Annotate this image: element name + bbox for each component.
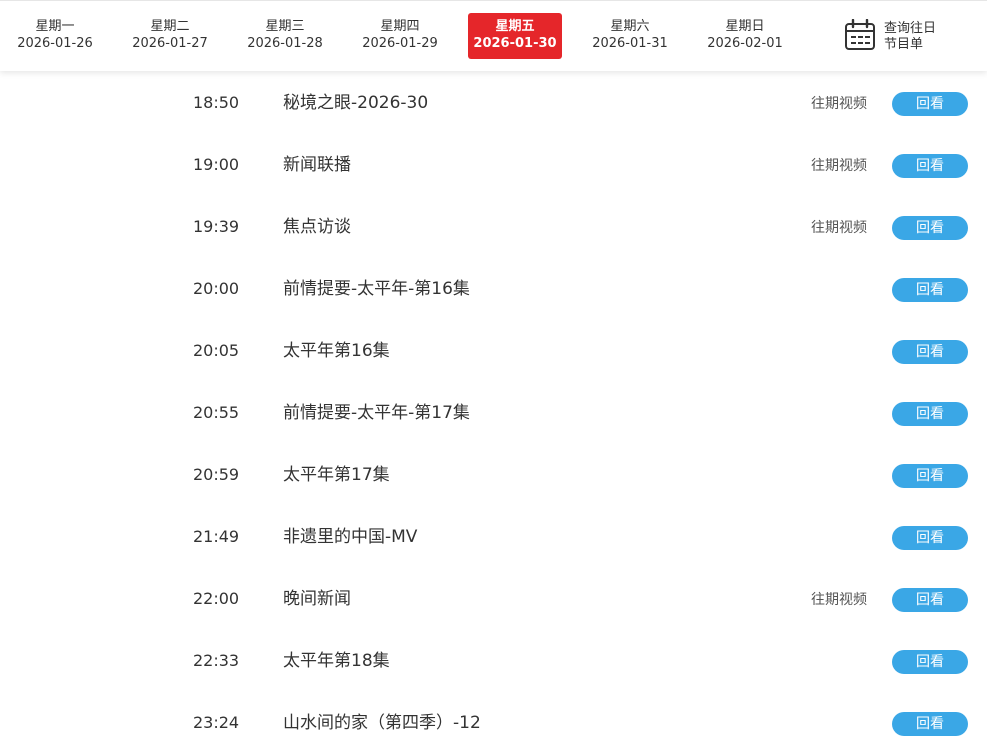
day-tab-date: 2026-01-27 bbox=[132, 36, 208, 51]
day-tab-thursday[interactable]: 星期四 2026-01-29 bbox=[353, 13, 447, 59]
program-title: 秘境之眼-2026-30 bbox=[283, 93, 429, 113]
program-title: 太平年第17集 bbox=[283, 465, 390, 485]
day-tab-weekday: 星期四 bbox=[380, 19, 420, 34]
past-videos-link[interactable]: 往期视频 bbox=[811, 218, 867, 238]
day-tab-weekday: 星期五 bbox=[495, 19, 535, 34]
replay-button[interactable]: 回看 bbox=[892, 402, 968, 426]
program-row: 20:55 前情提要-太平年-第17集 回看 bbox=[0, 382, 987, 444]
past-videos-link[interactable]: 往期视频 bbox=[811, 590, 867, 610]
day-tab-weekday: 星期六 bbox=[610, 19, 650, 34]
day-tab-tuesday[interactable]: 星期二 2026-01-27 bbox=[123, 13, 217, 59]
day-tab-weekday: 星期三 bbox=[265, 19, 305, 34]
replay-button[interactable]: 回看 bbox=[892, 216, 968, 240]
past-schedule-label: 查询往日 节目单 bbox=[884, 21, 954, 53]
program-time: 22:33 bbox=[193, 651, 240, 670]
past-schedule-label-line1: 查询往日 bbox=[884, 21, 937, 36]
day-tab-weekday: 星期二 bbox=[150, 19, 190, 34]
program-title: 山水间的家（第四季）-12 bbox=[283, 713, 481, 733]
day-tab-date: 2026-01-26 bbox=[17, 36, 93, 51]
day-tab-wednesday[interactable]: 星期三 2026-01-28 bbox=[238, 13, 332, 59]
program-title: 太平年第16集 bbox=[283, 341, 390, 361]
past-schedule-link[interactable]: 查询往日 节目单 bbox=[844, 19, 954, 55]
day-tab-date: 2026-02-01 bbox=[707, 36, 783, 51]
replay-button[interactable]: 回看 bbox=[892, 278, 968, 302]
program-row: 23:24 山水间的家（第四季）-12 回看 bbox=[0, 692, 987, 754]
day-tab-weekday: 星期日 bbox=[725, 19, 765, 34]
program-title: 前情提要-太平年-第17集 bbox=[283, 403, 470, 423]
program-title: 前情提要-太平年-第16集 bbox=[283, 279, 470, 299]
day-tab-sunday[interactable]: 星期日 2026-02-01 bbox=[698, 13, 792, 59]
program-time: 23:24 bbox=[193, 713, 240, 732]
day-tab-date: 2026-01-29 bbox=[362, 36, 438, 51]
program-time: 19:39 bbox=[193, 217, 240, 236]
program-row: 21:49 非遗里的中国-MV 回看 bbox=[0, 506, 987, 568]
program-title: 太平年第18集 bbox=[283, 651, 390, 671]
program-row: 22:00 晚间新闻 往期视频 回看 bbox=[0, 568, 987, 630]
calendar-icon bbox=[845, 19, 875, 50]
program-time: 19:00 bbox=[193, 155, 240, 174]
program-title: 非遗里的中国-MV bbox=[283, 527, 418, 547]
program-row: 20:00 前情提要-太平年-第16集 回看 bbox=[0, 258, 987, 320]
day-tab-saturday[interactable]: 星期六 2026-01-31 bbox=[583, 13, 677, 59]
replay-button[interactable]: 回看 bbox=[892, 526, 968, 550]
replay-button[interactable]: 回看 bbox=[892, 712, 968, 736]
program-row: 20:05 太平年第16集 回看 bbox=[0, 320, 987, 382]
day-tab-date: 2026-01-31 bbox=[592, 36, 668, 51]
program-title: 晚间新闻 bbox=[283, 589, 351, 609]
past-schedule-label-line2: 节目单 bbox=[884, 37, 924, 52]
program-row: 19:00 新闻联播 往期视频 回看 bbox=[0, 134, 987, 196]
program-time: 20:59 bbox=[193, 465, 240, 484]
tv-schedule-page: 星期一 2026-01-26 星期二 2026-01-27 星期三 2026-0… bbox=[0, 0, 987, 754]
day-tab-friday[interactable]: 星期五 2026-01-30 bbox=[468, 13, 562, 59]
program-row: 20:59 太平年第17集 回看 bbox=[0, 444, 987, 506]
day-tab-date: 2026-01-30 bbox=[473, 36, 557, 51]
program-title: 焦点访谈 bbox=[283, 217, 351, 237]
program-row: 19:39 焦点访谈 往期视频 回看 bbox=[0, 196, 987, 258]
program-time: 18:50 bbox=[193, 93, 240, 112]
day-tab-monday[interactable]: 星期一 2026-01-26 bbox=[8, 13, 102, 59]
program-time: 22:00 bbox=[193, 589, 240, 608]
day-tab-weekday: 星期一 bbox=[35, 19, 75, 34]
program-time: 20:55 bbox=[193, 403, 240, 422]
replay-button[interactable]: 回看 bbox=[892, 464, 968, 488]
past-videos-link[interactable]: 往期视频 bbox=[811, 156, 867, 176]
day-tab-date: 2026-01-28 bbox=[247, 36, 323, 51]
replay-button[interactable]: 回看 bbox=[892, 650, 968, 674]
program-row: 22:33 太平年第18集 回看 bbox=[0, 630, 987, 692]
replay-button[interactable]: 回看 bbox=[892, 340, 968, 364]
program-title: 新闻联播 bbox=[283, 155, 351, 175]
program-time: 21:49 bbox=[193, 527, 240, 546]
past-videos-link[interactable]: 往期视频 bbox=[811, 94, 867, 114]
replay-button[interactable]: 回看 bbox=[892, 92, 968, 116]
date-selector-bar: 星期一 2026-01-26 星期二 2026-01-27 星期三 2026-0… bbox=[0, 0, 987, 71]
program-row: 18:50 秘境之眼-2026-30 往期视频 回看 bbox=[0, 72, 987, 134]
program-list: 18:50 秘境之眼-2026-30 往期视频 回看 19:00 新闻联播 往期… bbox=[0, 72, 987, 754]
program-time: 20:05 bbox=[193, 341, 240, 360]
replay-button[interactable]: 回看 bbox=[892, 154, 968, 178]
program-time: 20:00 bbox=[193, 279, 240, 298]
replay-button[interactable]: 回看 bbox=[892, 588, 968, 612]
